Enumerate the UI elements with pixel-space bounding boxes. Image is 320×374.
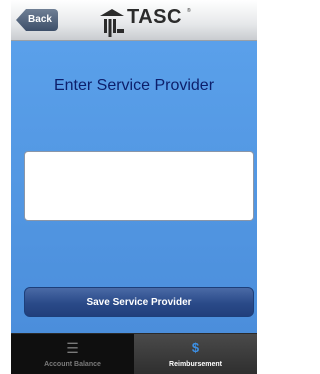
tab-account-balance[interactable]: ☰ Account Balance (11, 334, 134, 374)
app-screen: Back TASC ® Enter Service Provider Save … (11, 0, 257, 374)
dollar-icon: $ (191, 340, 200, 355)
list-icon: ☰ (66, 340, 79, 356)
tab-label: Reimbursement (169, 361, 222, 368)
tasc-logo: TASC ® (97, 3, 197, 37)
service-provider-input[interactable] (24, 151, 254, 221)
back-button[interactable]: Back (16, 9, 58, 31)
save-service-provider-button[interactable]: Save Service Provider (24, 287, 254, 317)
page-title: Enter Service Provider (53, 77, 215, 94)
logo-text: TASC (127, 6, 182, 28)
logo-trademark: ® (187, 8, 191, 14)
main-content: Enter Service Provider Save Service Prov… (11, 41, 257, 333)
header-bar: Back TASC ® (11, 0, 257, 41)
tasc-logo-icon (100, 9, 124, 37)
tab-reimbursement[interactable]: $ Reimbursement (134, 334, 257, 374)
tab-label: Account Balance (44, 361, 101, 368)
tab-bar: ☰ Account Balance $ Reimbursement (11, 333, 257, 374)
